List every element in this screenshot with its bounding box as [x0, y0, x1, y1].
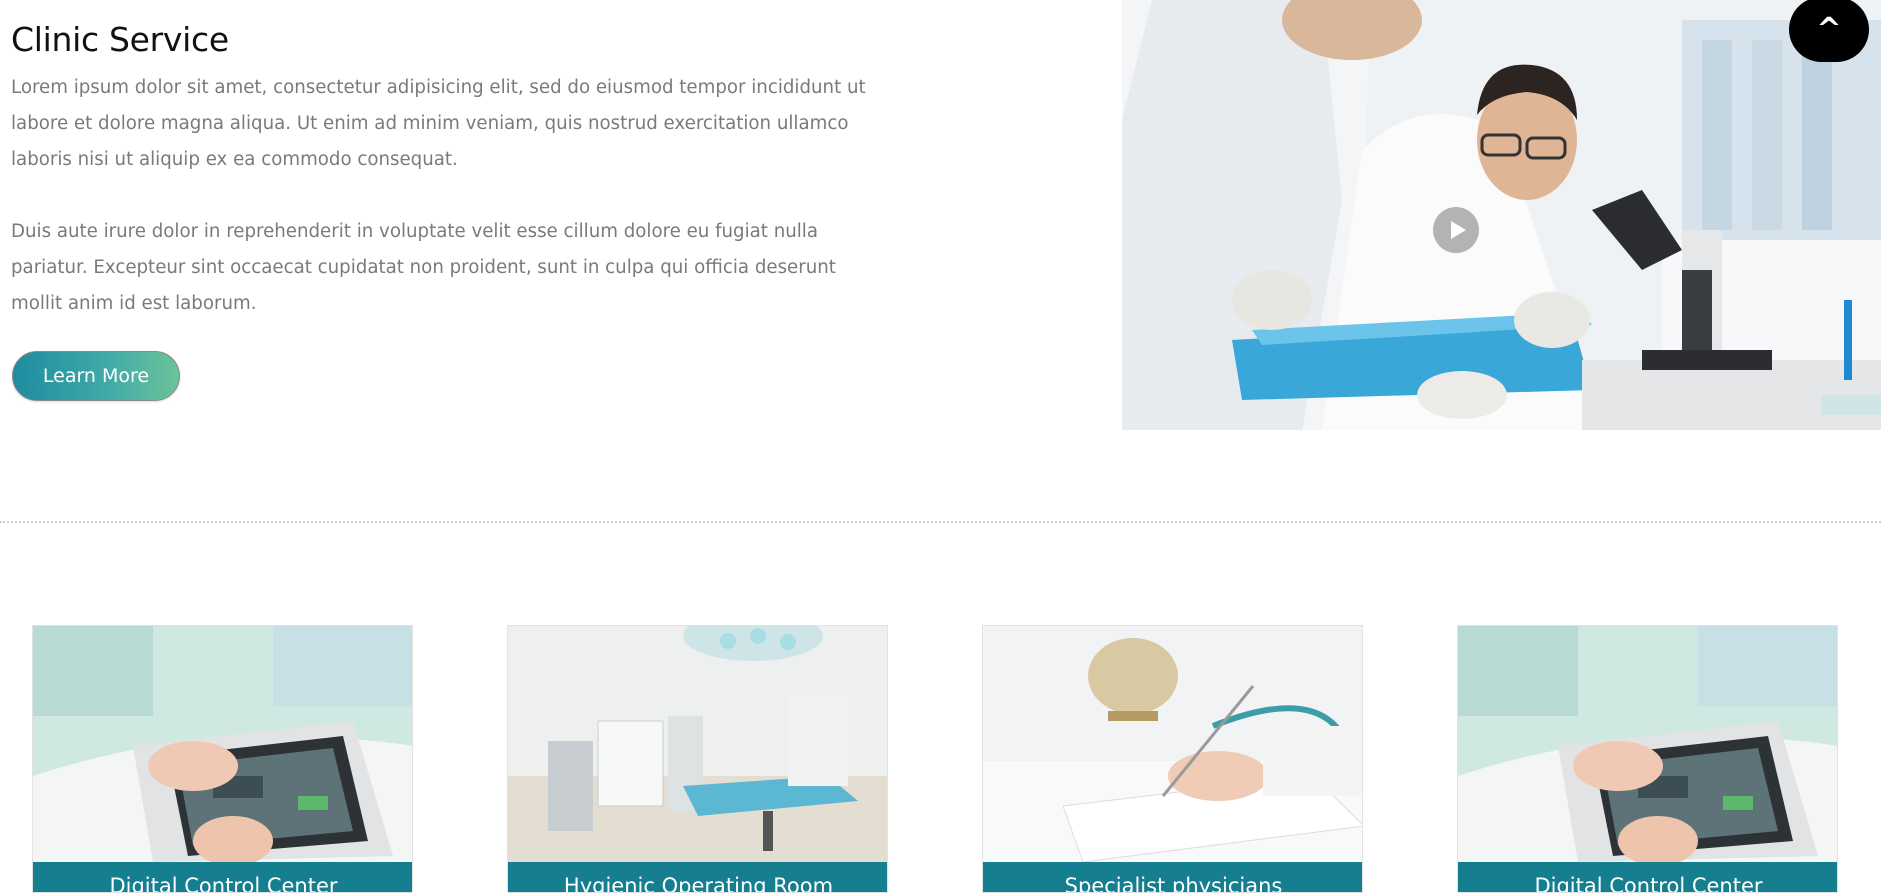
learn-more-button[interactable]: Learn More: [12, 351, 180, 401]
card-title: Digital Control Center: [1458, 862, 1837, 892]
play-icon: [1450, 221, 1466, 239]
section-title: Clinic Service: [11, 20, 229, 59]
touchscreen-monitor-image: [33, 626, 412, 862]
intro-paragraph-2: Duis aute irure dolor in reprehenderit i…: [11, 221, 836, 314]
card-title: Digital Control Center: [33, 862, 412, 892]
scroll-to-top-button[interactable]: ^: [1789, 0, 1869, 62]
section-divider: [0, 521, 1881, 523]
card-title: Specialist physicians: [983, 862, 1362, 892]
caret-up-icon: ^: [1816, 12, 1842, 47]
intro-paragraph-1: Lorem ipsum dolor sit amet, consectetur …: [11, 77, 866, 170]
doctor-writing-image: [983, 626, 1362, 862]
service-card-hygienic-operating-room[interactable]: Hygienic Operating Room: [507, 625, 888, 893]
service-card-digital-control-center[interactable]: Digital Control Center: [32, 625, 413, 893]
play-video-button[interactable]: [1433, 207, 1479, 253]
service-card-specialist-physicians[interactable]: Specialist physicians: [982, 625, 1363, 893]
hero-lab-photo: [1122, 0, 1881, 430]
clinic-service-section: Clinic Service Lorem ipsum dolor sit ame…: [11, 18, 891, 322]
operating-room-image: [508, 626, 887, 862]
card-title: Hygienic Operating Room: [508, 862, 887, 892]
touchscreen-monitor-image: [1458, 626, 1837, 862]
service-card-digital-control-center[interactable]: Digital Control Center: [1457, 625, 1838, 893]
